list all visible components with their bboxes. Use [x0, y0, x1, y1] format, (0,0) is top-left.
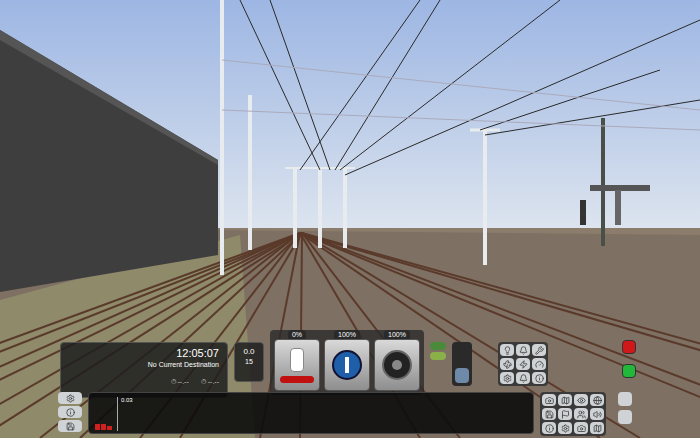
alarm-button[interactable]	[622, 364, 636, 378]
hud-bottom-row: 0.03	[58, 392, 632, 436]
speed-value: 0.0	[243, 347, 254, 357]
control-icon	[577, 410, 586, 419]
control-icon	[593, 410, 602, 419]
control-icon	[545, 424, 554, 433]
control-icon	[519, 374, 528, 383]
brake-lever[interactable]: 100%	[374, 330, 420, 391]
lever-reading: 0%	[288, 330, 306, 339]
hud-button[interactable]	[500, 344, 514, 356]
control-icon	[577, 396, 586, 405]
side-slider[interactable]	[452, 342, 472, 386]
control-icon	[503, 374, 512, 383]
control-icon	[561, 410, 570, 419]
control-icon	[535, 374, 544, 383]
game-screen: 12:05:07No Current Destination ⏱ --.-- ⏱ -…	[0, 0, 700, 438]
control-icon	[577, 424, 586, 433]
level-bar	[280, 376, 314, 383]
menu-button[interactable]	[58, 406, 82, 418]
lever-group: 0% 100% 100%	[270, 330, 424, 395]
extra-button[interactable]	[618, 410, 632, 424]
control-icon	[503, 360, 512, 369]
info-panel: 12:05:07No Current Destination ⏱ --.-- ⏱ -…	[60, 342, 228, 398]
hud-button[interactable]	[542, 394, 556, 406]
hud-button[interactable]	[500, 372, 514, 384]
control-icon	[519, 360, 528, 369]
brake-knob-icon	[382, 350, 412, 380]
destination: No Current Destination	[148, 360, 219, 369]
alarm-buttons	[622, 340, 636, 378]
hud-top-row: 12:05:07No Current Destination ⏱ --.-- ⏱ -…	[60, 330, 548, 398]
hud-button[interactable]	[574, 422, 588, 434]
hud-button[interactable]	[532, 372, 546, 384]
control-icon	[535, 360, 544, 369]
graph-bar	[95, 424, 100, 430]
graph-axis	[117, 397, 118, 431]
hud-button[interactable]	[500, 358, 514, 370]
control-icon	[535, 346, 544, 355]
alarm-button[interactable]	[622, 340, 636, 354]
timer: ⏱ --.--	[171, 377, 189, 386]
graph-panel: 0.03	[88, 392, 534, 434]
control-icon	[519, 346, 528, 355]
menu-icon	[66, 408, 75, 417]
menu-icon	[66, 422, 75, 431]
control-icon	[561, 424, 570, 433]
hud-button[interactable]	[532, 358, 546, 370]
control-icon	[561, 396, 570, 405]
graph-bar	[101, 424, 106, 430]
graph-bar	[107, 426, 112, 430]
hud-button[interactable]	[532, 344, 546, 356]
indicator-lamp	[430, 352, 446, 360]
hud-button[interactable]	[516, 344, 530, 356]
speed-limit: 15	[245, 357, 253, 366]
lever-reading: 100%	[334, 330, 360, 339]
indicator-lamp	[430, 342, 446, 350]
toggle-handle-icon	[290, 348, 304, 372]
camera-grid	[540, 392, 606, 436]
hud-button[interactable]	[558, 422, 572, 434]
menu-button[interactable]	[58, 392, 82, 404]
close-button[interactable]	[618, 392, 632, 406]
control-icon	[593, 424, 602, 433]
hud-button[interactable]	[558, 408, 572, 420]
control-icon	[503, 346, 512, 355]
hud-button[interactable]	[516, 358, 530, 370]
hud-button[interactable]	[516, 372, 530, 384]
slider-fill	[455, 368, 469, 383]
hud-button[interactable]	[542, 408, 556, 420]
hud-button[interactable]	[590, 394, 604, 406]
hud-button[interactable]	[542, 422, 556, 434]
timer: ⏱ --.--	[201, 377, 219, 386]
control-icon	[545, 410, 554, 419]
hud-button[interactable]	[574, 408, 588, 420]
control-icon	[593, 396, 602, 405]
speed-box: 0.015	[234, 342, 264, 382]
control-icon	[545, 396, 554, 405]
clock: 12:05:07	[176, 347, 219, 360]
throttle-knob-icon	[332, 350, 362, 380]
hud-button[interactable]	[590, 408, 604, 420]
graph-reading: 0.03	[121, 396, 133, 404]
menu-icon	[66, 394, 75, 403]
throttle-lever[interactable]: 100%	[324, 330, 370, 391]
lever-reading: 100%	[384, 330, 410, 339]
menu-button[interactable]	[58, 420, 82, 432]
reverser-lever[interactable]: 0%	[274, 330, 320, 391]
hud-button[interactable]	[558, 394, 572, 406]
hud-button[interactable]	[590, 422, 604, 434]
control-grid	[498, 342, 548, 386]
hud-button[interactable]	[574, 394, 588, 406]
